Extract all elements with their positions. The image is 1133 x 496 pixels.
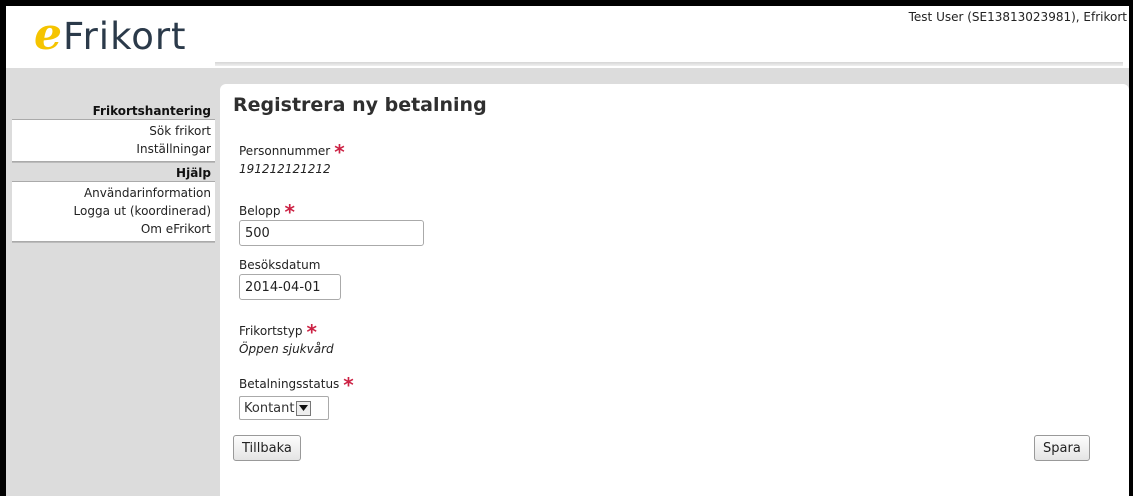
betalningsstatus-selected: Kontant — [244, 400, 295, 416]
header: e Frikort Test User (SE13813023981), Efr… — [6, 6, 1129, 68]
sidebar-item-om-efrikort[interactable]: Om eFrikort — [12, 220, 211, 238]
betalningsstatus-label: Betalningsstatus * — [239, 369, 354, 397]
sidebar-group-hjalp: Användarinformation Logga ut (koordinera… — [12, 181, 215, 242]
belopp-label-text: Belopp — [239, 204, 281, 218]
betalningsstatus-select[interactable]: Kontant — [239, 396, 329, 420]
page-title: Registrera ny betalning — [233, 94, 487, 116]
header-divider — [215, 62, 1123, 66]
sidebar: Frikortshantering Sök frikort Inställnin… — [6, 100, 215, 242]
personnummer-value: 191212121212 — [239, 162, 331, 176]
frikortstyp-label: Frikortstyp * — [239, 316, 317, 344]
frikortstyp-label-text: Frikortstyp — [239, 324, 303, 338]
required-marker: * — [343, 373, 354, 397]
sidebar-item-sok-frikort[interactable]: Sök frikort — [12, 122, 211, 140]
betalningsstatus-label-text: Betalningsstatus — [239, 377, 340, 391]
sidebar-item-anvandarinformation[interactable]: Användarinformation — [12, 184, 211, 202]
logo: e Frikort — [34, 10, 187, 66]
personnummer-label: Personnummer * — [239, 136, 345, 164]
chevron-down-icon[interactable] — [296, 400, 312, 416]
required-marker: * — [334, 140, 345, 164]
required-marker: * — [306, 320, 317, 344]
sidebar-item-logga-ut[interactable]: Logga ut (koordinerad) — [12, 202, 211, 220]
besoksdatum-input[interactable] — [239, 274, 341, 300]
back-button[interactable]: Tillbaka — [233, 435, 301, 461]
personnummer-label-text: Personnummer — [239, 144, 331, 158]
user-info: Test User (SE13813023981), Efrikort — [908, 10, 1127, 24]
sidebar-section-title-frikortshantering: Frikortshantering — [92, 104, 211, 118]
belopp-input[interactable] — [239, 220, 424, 246]
belopp-label: Belopp * — [239, 196, 295, 224]
sidebar-group-frikortshantering: Sök frikort Inställningar — [12, 119, 215, 162]
save-button[interactable]: Spara — [1034, 435, 1090, 461]
besoksdatum-label: Besöksdatum — [239, 258, 321, 272]
main-panel: Registrera ny betalning Personnummer * 19… — [220, 84, 1129, 496]
frikortstyp-value: Öppen sjukvård — [239, 342, 334, 356]
logo-text: Frikort — [63, 15, 187, 58]
sidebar-item-installningar[interactable]: Inställningar — [12, 140, 211, 158]
sidebar-section-title-hjalp: Hjälp — [176, 166, 211, 180]
logo-e: e — [34, 9, 62, 60]
